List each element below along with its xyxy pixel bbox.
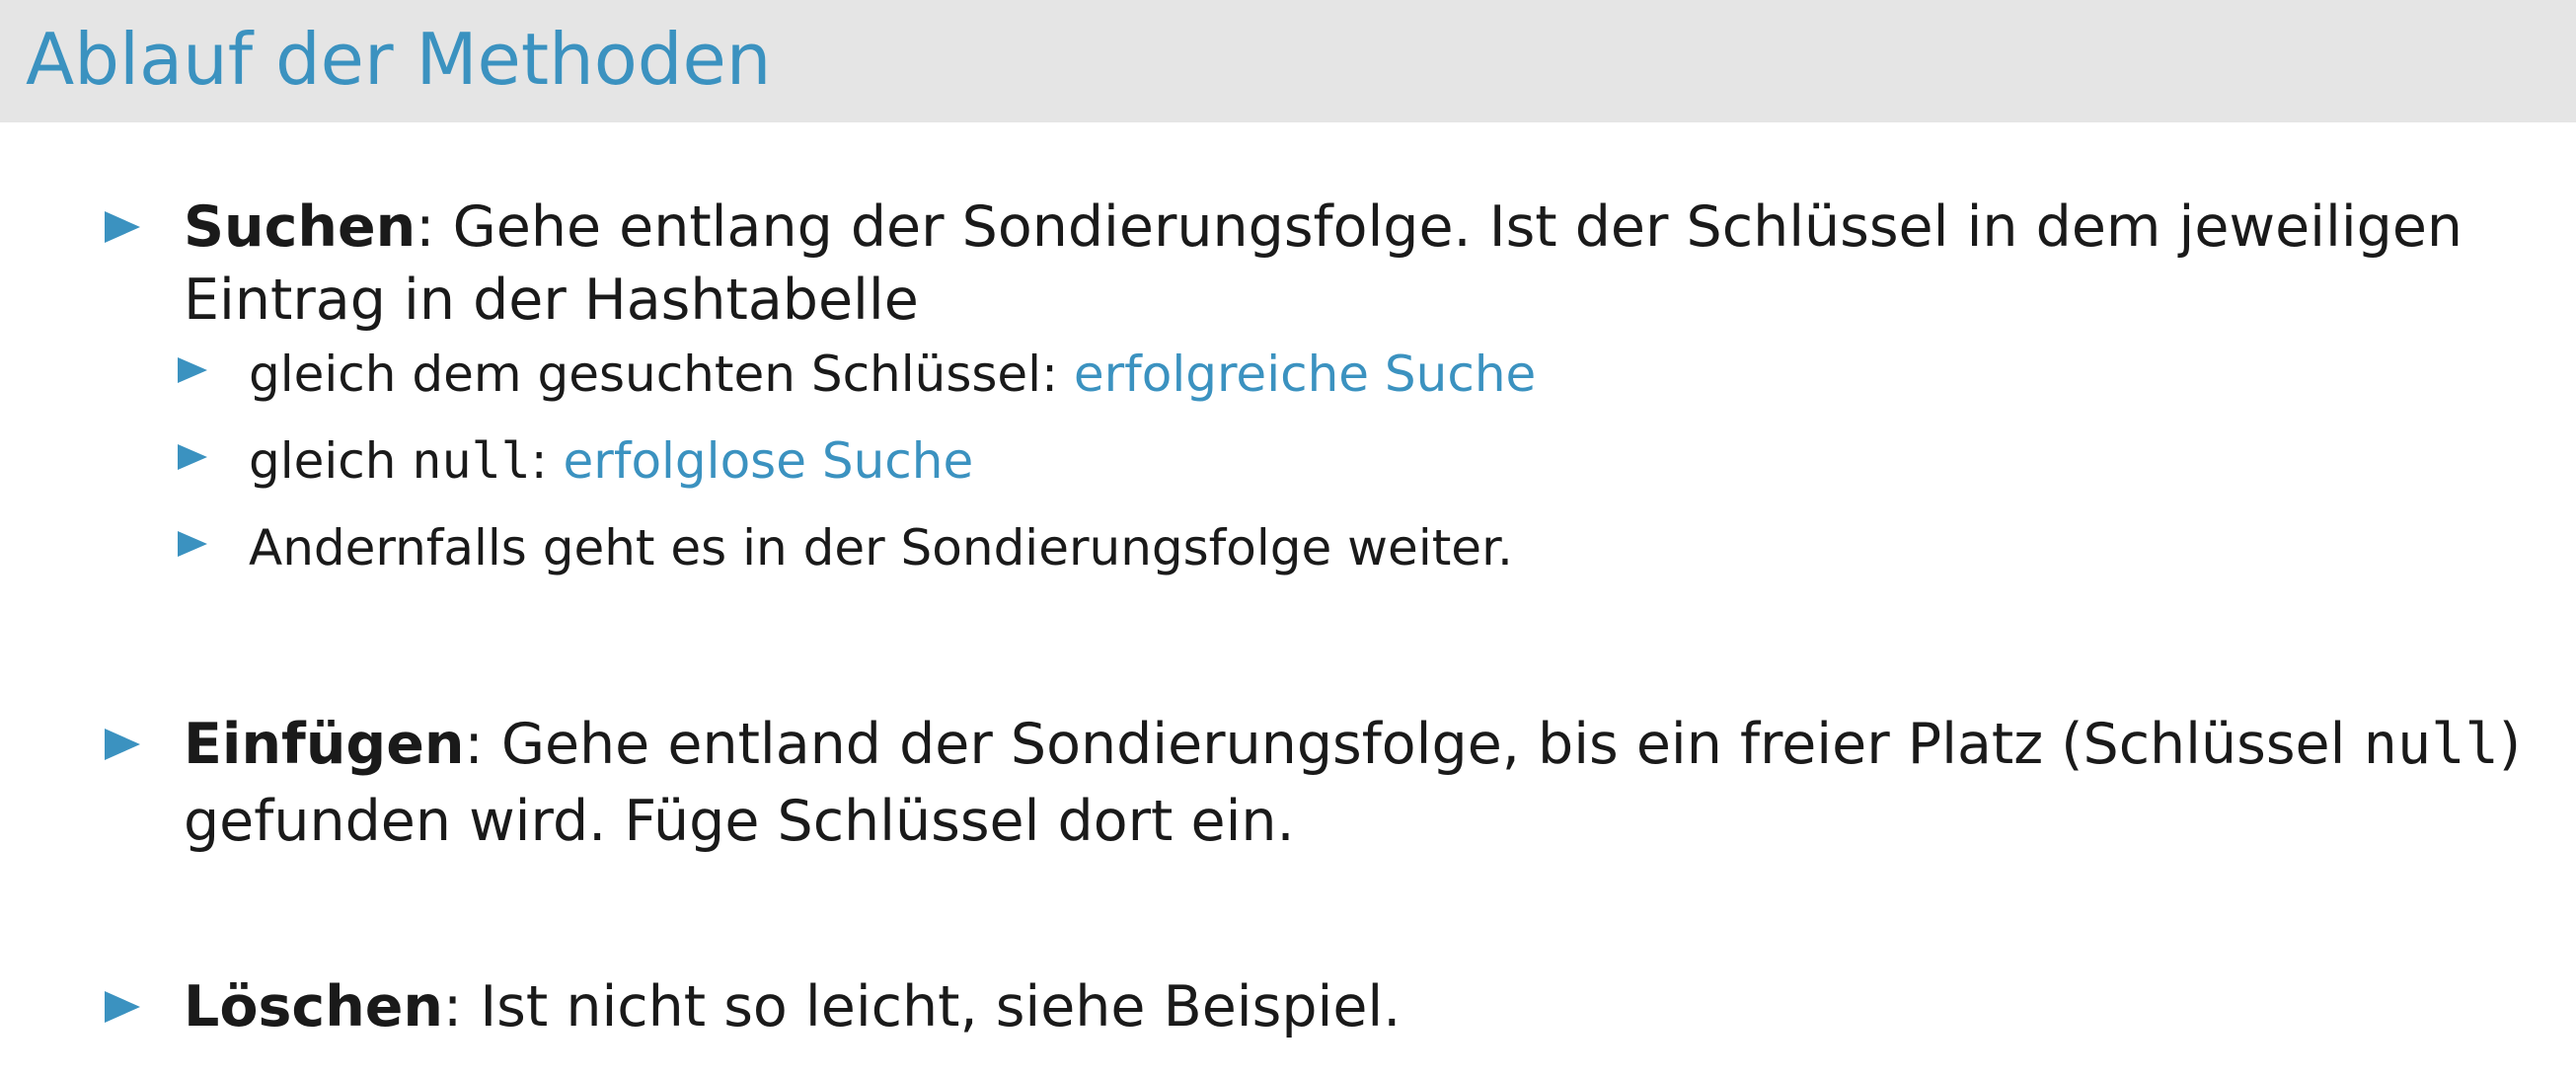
bullet-term: Suchen: [184, 194, 417, 260]
bullet-triangle-icon: [105, 991, 140, 1023]
bullet-description: Gehe entlang der Sondierungsfolge. Ist d…: [434, 194, 2463, 260]
slide-title: Ablauf der Methoden: [26, 18, 772, 101]
bullet-text-line2: gefunden wird. Füge Schlüssel dort ein.: [184, 789, 1295, 854]
bullet-separator: :: [464, 712, 484, 777]
sub-bullet-text: Andernfalls geht es in der Sondierungsfo…: [249, 519, 1513, 577]
bullet-text-line1: Löschen: Ist nicht so leicht, siehe Beis…: [184, 969, 1401, 1044]
bullet-text-line2: Eintrag in der Hashtabelle: [184, 268, 919, 333]
slide-content: Suchen: Gehe entlang der Sondierungsfolg…: [0, 122, 2576, 1078]
bullet-triangle-icon: [105, 211, 140, 243]
accent-text: erfolglose Suche: [563, 432, 974, 490]
bullet-term: Löschen: [184, 974, 444, 1040]
sub-bullet-triangle-icon: [178, 357, 207, 383]
sub-bullet-triangle-icon: [178, 531, 207, 557]
slide-header: Ablauf der Methoden: [0, 0, 2576, 122]
bullet-text-line1: Suchen: Gehe entlang der Sondierungsfolg…: [184, 190, 2462, 265]
bullet-text-line1: Einfügen: Gehe entland der Sondierungsfo…: [184, 712, 2522, 777]
bullet-description: Ist nicht so leicht, siehe Beispiel.: [462, 974, 1402, 1040]
sub-bullet-triangle-icon: [178, 444, 207, 470]
code-null: null: [412, 432, 531, 490]
sub-bullet-text: gleich dem gesuchten Schlüssel: erfolgre…: [249, 346, 1537, 403]
bullet-triangle-icon: [105, 729, 140, 760]
bullet-separator: :: [443, 974, 463, 1040]
bullet-term: Einfügen: [184, 712, 465, 777]
code-null: null: [2363, 712, 2499, 777]
accent-text: erfolgreiche Suche: [1073, 346, 1537, 403]
sub-bullet-text: gleich null: erfolglose Suche: [249, 432, 974, 490]
bullet-separator: :: [416, 194, 435, 260]
